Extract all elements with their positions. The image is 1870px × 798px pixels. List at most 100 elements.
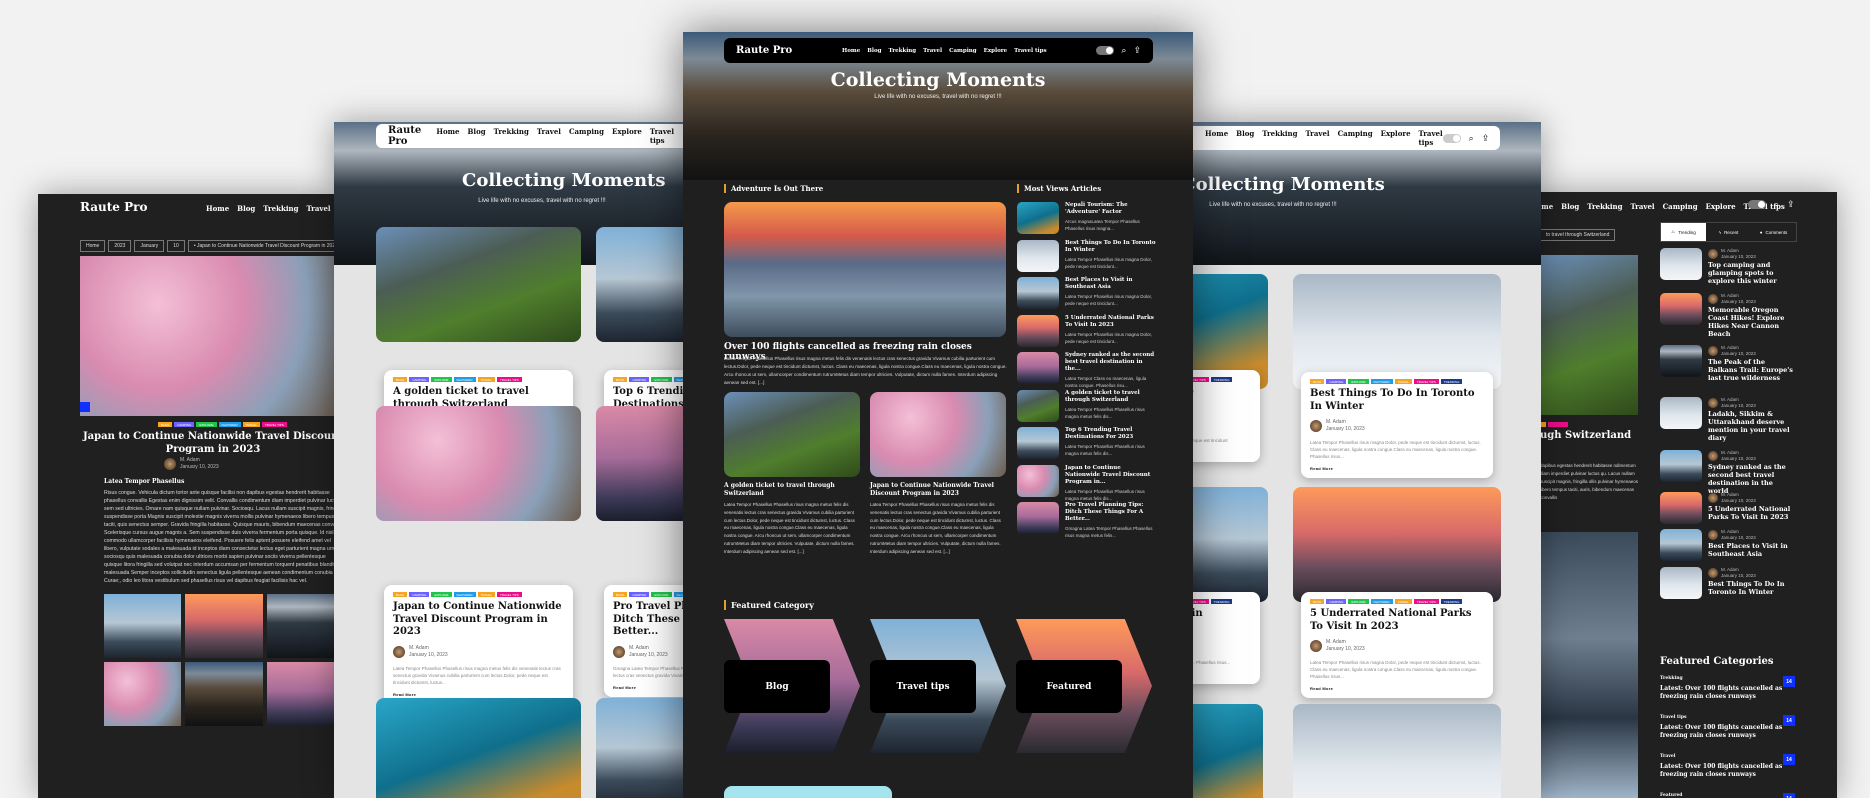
author-name[interactable]: M. Adam xyxy=(180,457,219,464)
brand-logo[interactable]: Raute Pro xyxy=(736,45,792,56)
sub-post-title[interactable]: A golden ticket to travel through Switze… xyxy=(724,482,860,498)
read-more-link[interactable]: Read More xyxy=(1310,686,1484,691)
nav-item-explore[interactable]: Explore xyxy=(1381,129,1411,147)
nav-item-blog[interactable]: Blog xyxy=(1236,129,1254,147)
tag-camping[interactable]: Camping xyxy=(629,592,650,597)
latest-post-link[interactable]: Latest: Over 100 flights cancelled as fr… xyxy=(1660,763,1795,779)
most-viewed-item[interactable]: Sydney ranked as the second best travel … xyxy=(1017,352,1157,389)
article-title[interactable]: Best Places to Visit in Southeast Asia xyxy=(1708,542,1795,558)
trending-item[interactable]: M. Adam January 10, 2023 Memorable Oregon … xyxy=(1660,293,1795,338)
card-image[interactable] xyxy=(376,698,581,798)
card-title[interactable]: 5 Underrated National Parks To Visit In … xyxy=(1310,608,1484,633)
nav-item-home[interactable]: Home xyxy=(1205,129,1228,147)
latest-post-link[interactable]: Latest: Over 100 flights cancelled as fr… xyxy=(1660,724,1795,740)
tag-trending[interactable]: Trending xyxy=(1210,599,1233,604)
brand-logo[interactable]: Raute Pro xyxy=(388,125,436,147)
card-title[interactable]: Pro Travel Planning Tips: Ditch These Th… xyxy=(613,601,683,639)
article-title[interactable]: 5 Underrated National Parks To Visit In … xyxy=(1708,505,1795,521)
article-title[interactable]: Pro Travel Planning Tips: Ditch These Th… xyxy=(1065,502,1157,523)
featured-category-row[interactable]: Featured14 xyxy=(1660,793,1795,798)
most-viewed-item[interactable]: Top 6 Trending Travel Destinations For 2… xyxy=(1017,427,1157,459)
nav-item-blog[interactable]: Blog xyxy=(237,204,255,222)
nav-item-travel-tips[interactable]: Travel tips xyxy=(1014,48,1046,54)
featured-category-row[interactable]: Travel tips Latest: Over 100 flights canc… xyxy=(1660,715,1795,740)
article-title[interactable]: Top 6 Trending Travel Destinations For 2… xyxy=(1065,427,1157,441)
featured-category-row[interactable]: Travel Latest: Over 100 flights cancelled… xyxy=(1660,754,1795,779)
tag-camping[interactable]: Camping xyxy=(1326,599,1347,604)
read-more-link[interactable]: Read More xyxy=(1310,466,1484,471)
nav-item-explore[interactable]: Explore xyxy=(612,127,642,145)
tag-camping[interactable]: Camping xyxy=(409,377,430,382)
article-title[interactable]: Japan to Continue Nationwide Travel Disc… xyxy=(1065,465,1157,486)
gallery-image[interactable] xyxy=(185,662,263,726)
search-icon[interactable]: ⌕ xyxy=(1469,133,1474,144)
trending-item[interactable]: M. Adam January 10, 2023 Top camping and g… xyxy=(1660,248,1795,285)
breadcrumb-item[interactable]: 10 xyxy=(167,240,185,252)
category-button-2[interactable]: Featured xyxy=(1016,660,1122,713)
tag-explore[interactable]: Explore xyxy=(1348,379,1369,384)
card-title[interactable]: Nepali Tourism: The 'Adventure' Factor xyxy=(1193,386,1251,411)
nav-item-travel[interactable]: Travel xyxy=(1630,202,1654,211)
tag-travel-tips[interactable]: Travel tips xyxy=(1413,599,1439,604)
author-name[interactable]: M. Adam xyxy=(629,645,668,652)
tag-blog[interactable]: Blog xyxy=(158,422,173,427)
author-name[interactable]: M. Adam xyxy=(409,645,448,652)
nav-item-blog[interactable]: Blog xyxy=(867,48,881,54)
trending-item[interactable]: M. Adam January 10, 2023 5 Underrated Nati… xyxy=(1660,492,1795,524)
featured-post-image[interactable] xyxy=(724,202,1006,337)
card-title[interactable]: Best Things To Do In Toronto In Winter xyxy=(1310,388,1484,413)
featured-category-row[interactable]: Trekking Latest: Over 100 flights cancell… xyxy=(1660,676,1795,701)
nav-item-blog[interactable]: Blog xyxy=(1561,202,1579,211)
tag-featured[interactable]: Featured xyxy=(1370,379,1393,384)
nav-item-camping[interactable]: Camping xyxy=(569,127,604,145)
nav-item-home[interactable]: Home xyxy=(436,127,459,145)
nav-item-travel[interactable]: Travel xyxy=(923,48,942,54)
nav-item-trekking[interactable]: Trekking xyxy=(889,48,917,54)
dark-mode-toggle[interactable] xyxy=(1748,200,1766,209)
most-viewed-item[interactable]: Pro Travel Planning Tips: Ditch These Th… xyxy=(1017,502,1157,539)
tag-featured[interactable]: Featured xyxy=(673,592,683,597)
nav-item-travel[interactable]: Travel xyxy=(537,127,561,145)
nav-item-trekking[interactable]: Trekking xyxy=(263,204,298,222)
most-viewed-item[interactable]: Best Things To Do In Toronto In Winter La… xyxy=(1017,239,1157,272)
most-viewed-item[interactable]: Best Places to Visit in Southeast Asia La… xyxy=(1017,277,1157,309)
tab-recent[interactable]: ϟ Recent xyxy=(1706,223,1751,241)
tag-travel-tips[interactable]: Travel tips xyxy=(1193,599,1209,604)
category-name[interactable]: Trekking xyxy=(1660,676,1795,681)
card-image[interactable] xyxy=(596,406,683,521)
tag-camping[interactable]: Camping xyxy=(409,592,430,597)
card-title[interactable]: Japan to Continue Nationwide Travel Disc… xyxy=(393,601,564,639)
dark-mode-toggle[interactable] xyxy=(1442,133,1461,143)
tag-explore[interactable]: Explore xyxy=(1348,599,1369,604)
tag-blog[interactable]: Blog xyxy=(393,592,408,597)
share-icon[interactable]: ⇪ xyxy=(1787,199,1795,210)
nav-item-travel[interactable]: Travel xyxy=(1305,129,1329,147)
tag-featured[interactable]: Featured xyxy=(453,377,476,382)
article-title[interactable]: Sydney ranked as the second best travel … xyxy=(1708,463,1795,495)
gallery-image[interactable] xyxy=(266,662,338,726)
gallery-image[interactable] xyxy=(266,594,338,658)
nav-item-trekking[interactable]: Trekking xyxy=(1587,202,1622,211)
tag-travel-tips[interactable]: Travel tips xyxy=(496,592,522,597)
tag-blog[interactable]: Blog xyxy=(393,377,408,382)
nav-item-trekking[interactable]: Trekking xyxy=(494,127,529,145)
tab-comments[interactable]: ● Comments xyxy=(1751,223,1796,241)
tag-explore[interactable]: Explore xyxy=(651,592,672,597)
card-image[interactable] xyxy=(596,227,683,342)
tag-trending[interactable]: Trending xyxy=(1440,379,1463,384)
nav-item-explore[interactable]: Explore xyxy=(1706,202,1736,211)
tag-featured[interactable]: Featured xyxy=(673,377,683,382)
category-button-0[interactable]: Blog xyxy=(724,660,830,713)
dark-mode-toggle[interactable] xyxy=(1096,46,1115,55)
read-more-link[interactable]: Read More xyxy=(393,692,564,697)
card-image[interactable] xyxy=(596,698,683,798)
sub-post-image[interactable] xyxy=(870,392,1006,477)
tag-travel[interactable]: Travel xyxy=(477,592,495,597)
brand-logo[interactable]: Raute Pro xyxy=(80,200,147,214)
tag-travel[interactable]: Travel xyxy=(477,377,495,382)
card-image[interactable] xyxy=(1193,487,1268,602)
tag-camping[interactable]: Camping xyxy=(1326,379,1347,384)
article-title[interactable]: Nepali Tourism: The 'Adventure' Factor xyxy=(1065,202,1157,216)
tag-travel-tips[interactable]: Travel tips xyxy=(261,422,287,427)
card-image[interactable] xyxy=(376,406,581,521)
